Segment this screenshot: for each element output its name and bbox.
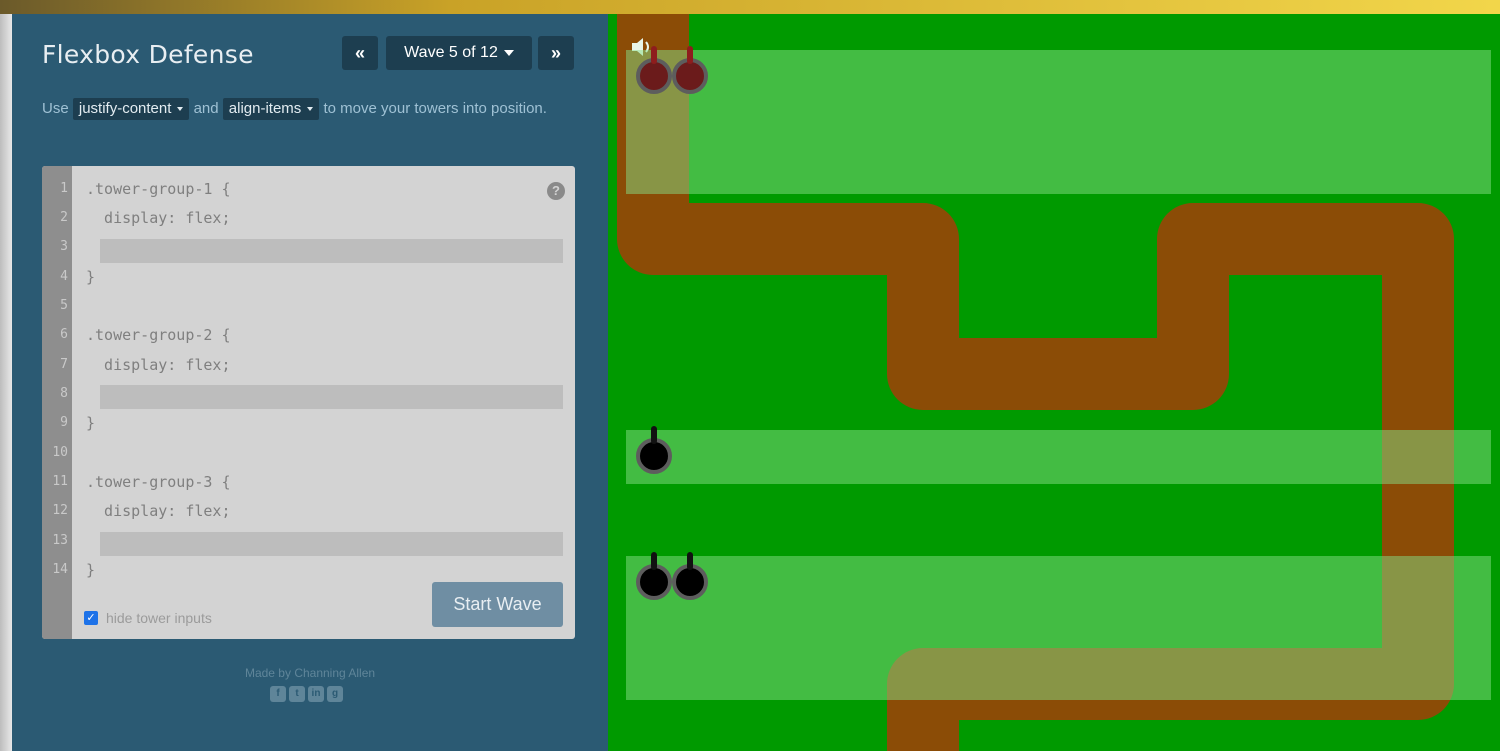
chevron-double-right-icon: » (550, 42, 561, 63)
line-number: 13 (52, 533, 68, 548)
twitter-icon[interactable]: t (289, 686, 305, 702)
red-tower-icon (636, 46, 672, 94)
left-edge-shadow (0, 14, 12, 751)
tower-group-3-area (626, 556, 1491, 700)
wave-selector-dropdown[interactable]: Wave 5 of 12 (386, 36, 532, 70)
caret-down-icon (177, 107, 184, 112)
tower-group-1-input[interactable] (100, 239, 563, 263)
tower-group-1-area (626, 50, 1491, 194)
credit-text: Made by Channing Allen (244, 666, 376, 680)
line-number: 6 (60, 327, 68, 342)
line-number: 14 (52, 562, 68, 577)
property-label: justify-content (78, 100, 172, 117)
code-line: .tower-group-1 { (86, 180, 231, 198)
tower-group-2-area (626, 430, 1491, 484)
instructions-text-1: Use (42, 100, 69, 117)
line-number: 4 (60, 269, 68, 284)
checkbox-checked-icon[interactable]: ✓ (84, 611, 98, 625)
instructions-text-3: to move your towers into position. (323, 100, 547, 117)
line-number-gutter: 1 2 3 4 5 6 7 8 9 10 11 12 13 14 (42, 166, 72, 639)
line-number: 8 (60, 386, 68, 401)
code-line: } (86, 268, 96, 286)
hide-tower-inputs-label: hide tower inputs (106, 610, 212, 626)
red-tower-icon (672, 46, 708, 94)
chevron-double-left-icon: « (354, 42, 365, 63)
instructions-text-2: and (193, 100, 219, 117)
linkedin-icon[interactable]: in (308, 686, 324, 702)
line-number: 11 (52, 474, 68, 489)
help-icon[interactable]: ? (547, 182, 565, 200)
code-line: display: flex; (86, 502, 231, 520)
social-links: f t in g (270, 686, 343, 702)
caret-down-icon (307, 107, 314, 112)
black-tower-icon (636, 426, 672, 474)
code-line: } (86, 561, 96, 579)
wave-label: Wave 5 of 12 (404, 44, 498, 61)
tower-group-2-input[interactable] (100, 385, 563, 409)
facebook-icon[interactable]: f (270, 686, 286, 702)
code-line: .tower-group-2 { (86, 326, 231, 344)
property-dropdown-align-items[interactable]: align-items (222, 98, 320, 120)
previous-wave-button[interactable]: « (342, 36, 378, 70)
black-tower-icon (636, 552, 672, 600)
sidebar: Flexbox Defense « Wave 5 of 12 » Use jus… (12, 14, 608, 751)
top-banner-strip (0, 0, 1500, 14)
line-number: 2 (60, 210, 68, 225)
start-wave-button[interactable]: Start Wave (432, 582, 563, 627)
caret-down-icon (503, 50, 514, 56)
css-editor: 1 2 3 4 5 6 7 8 9 10 11 12 13 14 ? .towe… (42, 166, 575, 639)
code-line: display: flex; (86, 356, 231, 374)
hide-tower-inputs-toggle[interactable]: ✓ hide tower inputs (84, 610, 212, 626)
github-icon[interactable]: g (327, 686, 343, 702)
property-label: align-items (228, 100, 302, 117)
code-line: .tower-group-3 { (86, 473, 231, 491)
code-line: display: flex; (86, 209, 231, 227)
line-number: 7 (60, 357, 68, 372)
property-dropdown-justify-content[interactable]: justify-content (72, 98, 190, 120)
tower-group-3-input[interactable] (100, 532, 563, 556)
black-tower-icon (672, 552, 708, 600)
line-number: 5 (60, 298, 68, 313)
line-number: 3 (60, 239, 68, 254)
line-number: 10 (52, 445, 68, 460)
next-wave-button[interactable]: » (538, 36, 574, 70)
line-number: 9 (60, 415, 68, 430)
app-title: Flexbox Defense (42, 40, 254, 69)
game-board (608, 14, 1500, 751)
code-line: } (86, 414, 96, 432)
line-number: 12 (52, 503, 68, 518)
instructions: Use justify-content and align-items to m… (42, 96, 582, 121)
line-number: 1 (60, 181, 68, 196)
